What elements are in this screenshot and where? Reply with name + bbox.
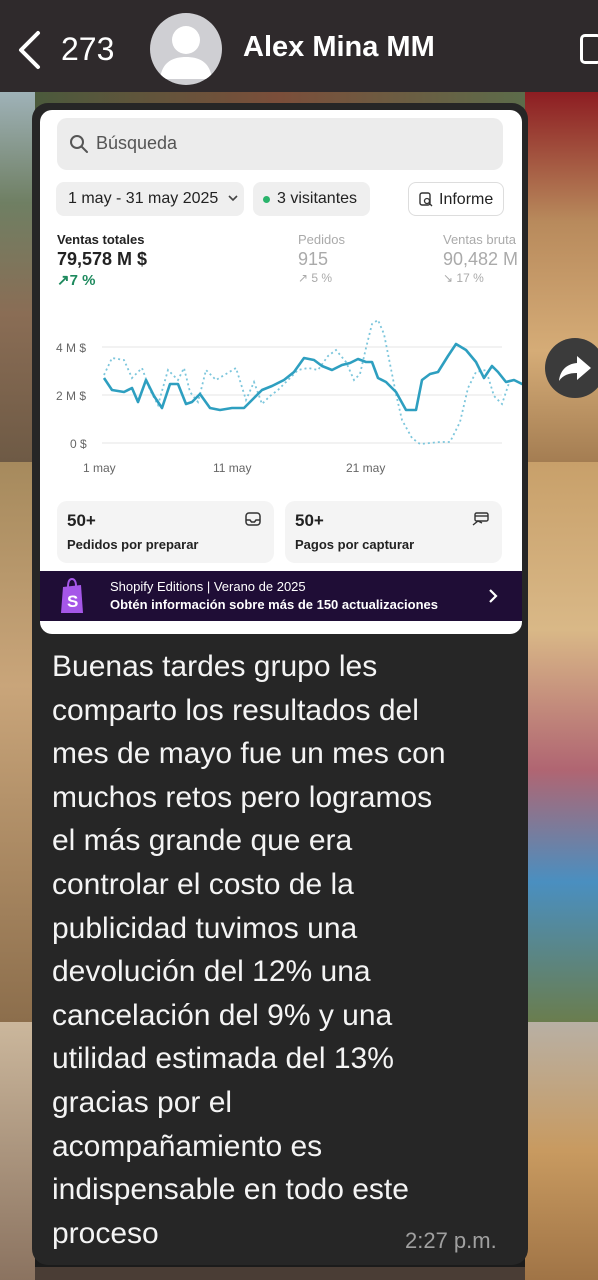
visitors-pill: 3 visitantes bbox=[253, 182, 370, 216]
trend-up-icon: ↗ bbox=[298, 271, 312, 285]
unread-count[interactable]: 273 bbox=[61, 31, 114, 68]
message-timestamp: 2:27 p.m. bbox=[405, 1228, 497, 1253]
chevron-down-icon bbox=[228, 195, 238, 202]
wallpaper-photo bbox=[525, 1022, 598, 1280]
menu-icon[interactable] bbox=[580, 34, 598, 64]
report-button: Informe bbox=[408, 182, 504, 216]
chevron-right-icon bbox=[489, 589, 498, 603]
orders-to-prepare-card: 50+ Pedidos por preparar bbox=[57, 501, 274, 563]
search-bar: Búsqueda bbox=[57, 118, 503, 170]
y-tick-label: 4 M $ bbox=[56, 341, 86, 355]
metric-value-total-sales: 79,578 M $ bbox=[57, 249, 148, 269]
card-number: 50+ bbox=[295, 511, 324, 530]
report-icon bbox=[419, 192, 433, 207]
report-label: Informe bbox=[439, 191, 494, 208]
x-tick-label: 1 may bbox=[83, 461, 116, 475]
comparison-series-line bbox=[103, 318, 511, 445]
shopify-editions-banner: S Shopify Editions | Verano de 2025 Obté… bbox=[40, 571, 522, 621]
y-tick-label: 0 $ bbox=[70, 437, 87, 451]
metric-change-gross-sales: ↘ 17 % bbox=[443, 271, 484, 285]
date-range-label: 1 may - 31 may 2025 bbox=[68, 190, 219, 207]
x-tick-label: 21 may bbox=[346, 461, 385, 475]
image-attachment[interactable]: Búsqueda 1 may - 31 may 2025 3 visitante… bbox=[40, 110, 522, 634]
metric-label-orders: Pedidos bbox=[298, 232, 345, 247]
wallpaper-photo bbox=[35, 1267, 525, 1280]
svg-text:S: S bbox=[67, 592, 78, 611]
forward-button[interactable] bbox=[545, 338, 598, 398]
avatar[interactable] bbox=[150, 13, 222, 85]
live-dot-icon bbox=[263, 196, 270, 203]
search-placeholder: Búsqueda bbox=[96, 133, 178, 153]
payments-to-capture-card: 50+ Pagos por capturar bbox=[285, 501, 502, 563]
sales-chart: 4 M $ 2 M $ 0 $ 1 may 11 may 21 may bbox=[56, 318, 522, 475]
visitors-label: 3 visitantes bbox=[277, 190, 358, 207]
contact-name[interactable]: Alex Mina MM bbox=[243, 31, 435, 64]
metric-change-orders: ↗ 5 % bbox=[298, 271, 333, 285]
card-number: 50+ bbox=[67, 511, 96, 530]
metric-value-gross-sales: 90,482 M bbox=[443, 249, 519, 269]
x-tick-label: 11 may bbox=[213, 461, 251, 475]
chat-header: 273 Alex Mina MM bbox=[0, 0, 598, 92]
wallpaper-photo bbox=[0, 92, 35, 462]
shopify-bag-icon: S bbox=[61, 577, 83, 613]
search-icon bbox=[70, 135, 88, 153]
wallpaper-photo bbox=[0, 462, 35, 1022]
banner-title: Shopify Editions | Verano de 2025 bbox=[110, 579, 306, 594]
primary-series-line bbox=[102, 342, 522, 412]
avatar-placeholder-icon bbox=[160, 26, 212, 79]
card-icon bbox=[472, 512, 489, 526]
banner-subtitle: Obtén información sobre más de 150 actua… bbox=[110, 597, 438, 612]
forward-icon bbox=[559, 356, 591, 381]
wallpaper-photo bbox=[525, 92, 598, 462]
card-label: Pagos por capturar bbox=[295, 537, 415, 552]
metric-label-total-sales: Ventas totales bbox=[57, 232, 145, 247]
card-label: Pedidos por preparar bbox=[67, 537, 199, 552]
trend-down-icon: ↘ bbox=[443, 271, 457, 285]
wallpaper-photo bbox=[0, 1022, 35, 1280]
trend-up-icon: ↗ bbox=[57, 272, 70, 289]
metric-change-total-sales: ↗7 % bbox=[57, 272, 96, 289]
back-arrow-icon[interactable] bbox=[14, 28, 50, 72]
date-range-selector: 1 may - 31 may 2025 bbox=[56, 182, 244, 216]
metric-value-orders: 915 bbox=[298, 249, 329, 269]
metric-label-gross-sales: Ventas bruta bbox=[443, 232, 516, 247]
message-text: Buenas tardes grupo les comparto los res… bbox=[52, 650, 446, 1250]
inbox-icon bbox=[245, 512, 261, 526]
y-tick-label: 2 M $ bbox=[56, 389, 86, 403]
wallpaper-photo bbox=[525, 462, 598, 1022]
